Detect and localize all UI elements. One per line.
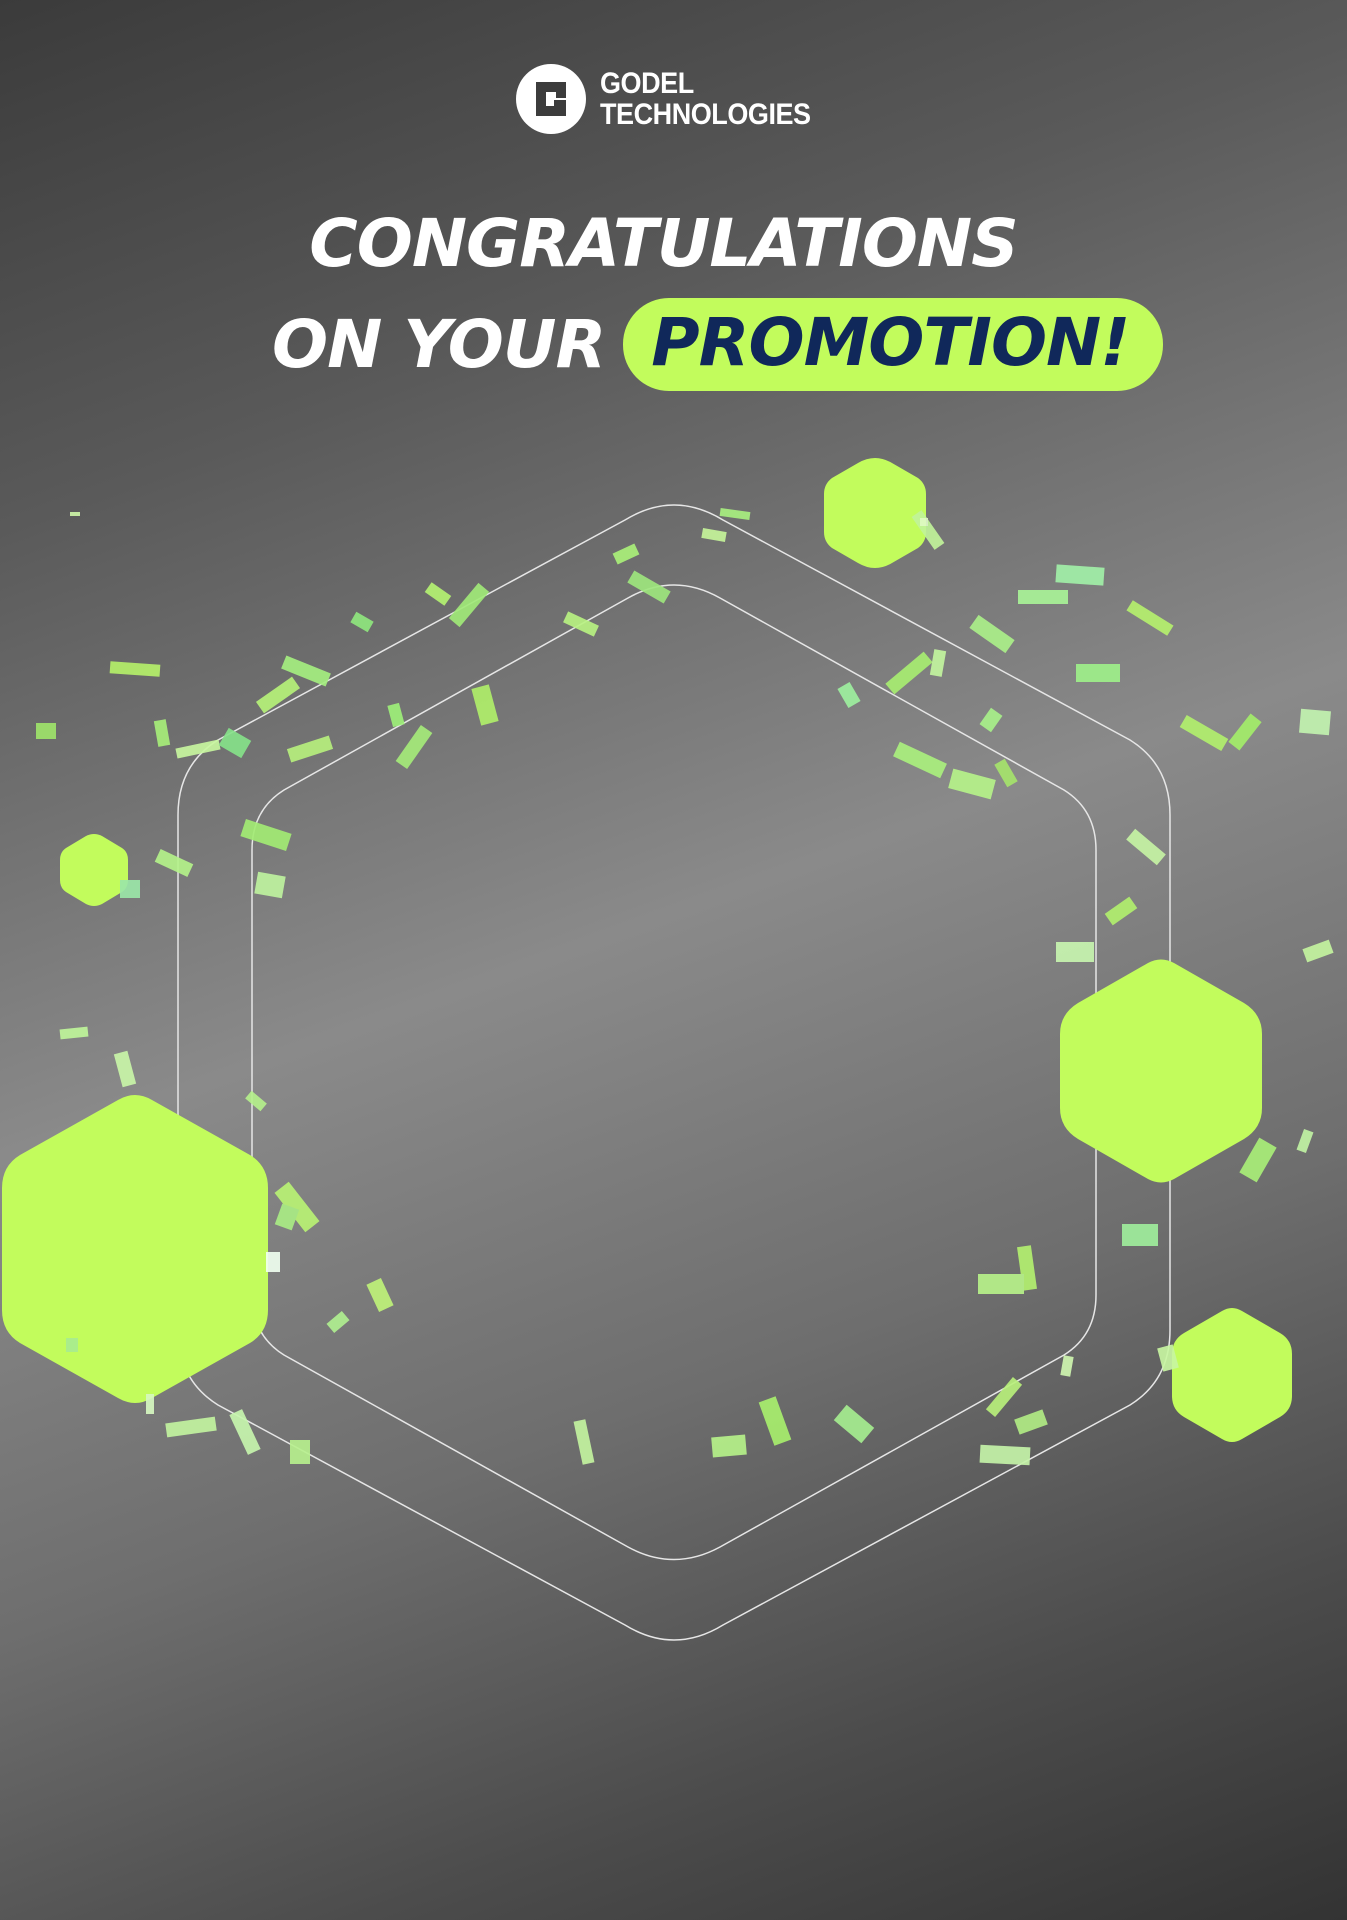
confetti-piece: [254, 871, 286, 899]
confetti-piece: [59, 1026, 89, 1040]
confetti-piece: [113, 1050, 137, 1088]
brand-name-line2: TECHNOLOGIES: [600, 98, 811, 131]
confetti-piece: [893, 741, 947, 779]
confetti-piece: [109, 661, 161, 677]
confetti-piece: [175, 739, 221, 759]
headline-line1: CONGRATULATIONS: [309, 205, 1018, 282]
confetti-piece: [979, 1444, 1031, 1466]
greeting-card: GODEL TECHNOLOGIES CONGRATULATIONS ON YO…: [0, 0, 1347, 1920]
confetti-piece: [885, 651, 933, 695]
promotion-highlight-pill: PROMOTION!: [623, 298, 1164, 391]
green-hexagon-small-top: [824, 458, 926, 568]
headline-line2: ON YOUR PROMOTION!: [272, 298, 1164, 391]
confetti-piece: [978, 1274, 1024, 1294]
confetti-piece: [1179, 714, 1229, 752]
confetti-piece: [1060, 1355, 1074, 1377]
confetti-piece: [448, 582, 490, 628]
confetti-piece: [1302, 939, 1334, 963]
confetti-piece: [229, 1409, 261, 1455]
confetti-piece: [165, 1416, 217, 1438]
confetti-piece: [286, 735, 334, 763]
confetti-piece: [920, 518, 928, 526]
confetti-piece: [1239, 1137, 1277, 1183]
headline-line2-prefix: ON YOUR: [272, 306, 606, 383]
confetti-piece: [146, 1394, 154, 1414]
confetti-piece: [424, 582, 452, 606]
brand-name: GODEL TECHNOLOGIES: [600, 68, 811, 130]
brand-logo: GODEL TECHNOLOGIES: [516, 64, 834, 134]
green-hexagon-medium-right: [1060, 959, 1262, 1183]
brand-name-line1: GODEL: [600, 67, 694, 100]
confetti-piece: [245, 1090, 267, 1112]
confetti-piece: [1104, 896, 1138, 926]
confetti-piece: [120, 880, 140, 898]
green-hexagon-small-right: [1172, 1308, 1292, 1442]
confetti-piece: [395, 724, 433, 770]
confetti-piece: [154, 849, 194, 877]
confetti-piece: [701, 527, 727, 543]
confetti-piece: [612, 543, 640, 565]
confetti-piece: [833, 1404, 875, 1444]
confetti-piece: [979, 707, 1003, 733]
confetti-piece: [387, 702, 405, 728]
confetti-piece: [1014, 1409, 1048, 1435]
confetti-piece: [969, 614, 1015, 654]
decoration-layer: [2, 458, 1334, 1641]
confetti-piece: [1126, 600, 1174, 636]
confetti-piece: [70, 512, 80, 516]
confetti-piece: [837, 681, 861, 709]
confetti-piece: [758, 1396, 792, 1446]
confetti-piece: [1018, 590, 1068, 604]
confetti-piece: [1228, 713, 1262, 751]
confetti-piece: [240, 819, 292, 851]
confetti-piece: [1122, 1224, 1158, 1246]
confetti-piece: [366, 1278, 394, 1312]
confetti-piece: [66, 1338, 78, 1352]
green-hexagon-tiny-left: [60, 834, 128, 906]
confetti-piece: [36, 723, 56, 739]
confetti-piece: [266, 1252, 280, 1272]
confetti-piece: [350, 611, 374, 633]
confetti-piece: [471, 684, 499, 726]
confetti-piece: [948, 768, 996, 800]
inner-hexagon-outline: [251, 584, 1097, 1561]
confetti-piece: [153, 719, 171, 747]
green-hexagon-large-left: [2, 1095, 268, 1403]
confetti-piece: [218, 727, 252, 759]
confetti-piece: [711, 1434, 747, 1458]
godel-g-logo-icon: [516, 64, 586, 134]
confetti-piece: [627, 570, 671, 604]
confetti-piece: [1056, 942, 1094, 962]
confetti-piece: [719, 507, 751, 521]
confetti-piece: [1299, 708, 1331, 736]
confetti-piece: [573, 1419, 595, 1465]
confetti-piece: [1126, 828, 1166, 866]
confetti-piece: [1296, 1128, 1314, 1154]
confetti-piece: [929, 649, 947, 677]
confetti-piece: [1055, 564, 1105, 586]
confetti-piece: [563, 611, 599, 637]
confetti-piece: [1076, 664, 1120, 682]
confetti-piece: [326, 1310, 350, 1334]
confetti-piece: [985, 1377, 1023, 1417]
confetti-piece: [290, 1440, 310, 1464]
